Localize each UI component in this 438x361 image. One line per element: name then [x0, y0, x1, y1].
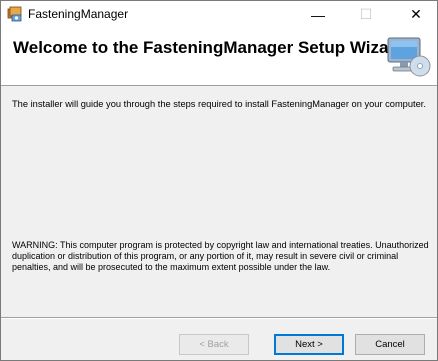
intro-text: The installer will guide you through the…	[12, 99, 426, 109]
wizard-banner: Welcome to the FasteningManager Setup Wi…	[1, 28, 437, 86]
close-button[interactable]: ✕	[401, 1, 431, 28]
title-bar[interactable]: FasteningManager — ☐ ✕	[1, 1, 437, 28]
installer-app-icon	[7, 6, 22, 22]
copyright-warning: WARNING: This computer program is protec…	[12, 240, 429, 272]
minimize-button[interactable]: —	[303, 1, 333, 28]
maximize-button[interactable]: ☐	[351, 1, 381, 28]
cancel-button[interactable]: Cancel	[355, 334, 425, 355]
setup-wizard-window: FasteningManager — ☐ ✕ Welcome to the Fa…	[0, 0, 438, 361]
computer-cd-icon	[387, 37, 431, 77]
back-button[interactable]: < Back	[179, 334, 249, 355]
banner-title: Welcome to the FasteningManager Setup Wi…	[13, 38, 406, 57]
next-button[interactable]: Next >	[274, 334, 344, 355]
footer-divider	[1, 317, 437, 319]
window-title: FasteningManager	[28, 7, 129, 21]
